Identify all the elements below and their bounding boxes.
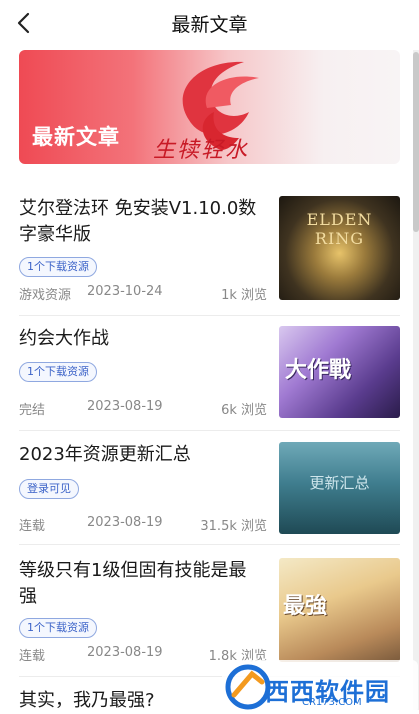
download-tag: 1个下载资源 [19, 362, 97, 382]
thumbnail-text: 大作戰 [285, 358, 352, 383]
scrollbar-thumb[interactable] [413, 52, 419, 232]
article-date: 2023-10-24 [87, 284, 163, 299]
thumbnail-text: 更新汇总 [309, 474, 370, 492]
article-views: 6k 浏览 [221, 403, 267, 418]
article-item[interactable]: 艾尔登法环 免安装V1.10.0数字豪华版 1个下载资源 游戏资源 2023-1… [19, 196, 400, 306]
page-title: 最新文章 [171, 14, 248, 36]
login-tag: 登录可见 [19, 479, 79, 499]
divider [19, 315, 400, 316]
article-thumbnail: 更新汇总 [279, 442, 400, 534]
banner[interactable]: 最新文章 生犊轻水 [19, 50, 400, 164]
article-thumbnail: 大作戰 [279, 326, 400, 418]
article-category: 完结 [19, 403, 46, 418]
divider [19, 430, 400, 431]
thumbnail-text: 最強 [283, 594, 328, 619]
article-views: 31.5k 浏览 [200, 519, 267, 534]
article-title: 艾尔登法环 免安装V1.10.0数字豪华版 [19, 198, 257, 245]
article-title: 约会大作战 [19, 328, 109, 349]
article-thumbnail: ELDEN RING [279, 196, 400, 300]
article-date: 2023-08-19 [87, 645, 163, 660]
watermark-subtext: CR173.COM [302, 697, 362, 708]
article-category: 游戏资源 [19, 288, 72, 303]
download-tag: 1个下载资源 [19, 618, 97, 638]
thumbnail-text: ELDEN RING [306, 210, 373, 248]
banner-calligraphy: 生犊轻水 [153, 138, 250, 163]
article-category: 连载 [19, 519, 46, 534]
article-views: 1k 浏览 [221, 288, 267, 303]
article-title: 等级只有1级但固有技能是最强 [19, 560, 247, 607]
article-date: 2023-08-19 [87, 515, 163, 530]
banner-title: 最新文章 [32, 125, 120, 149]
article-item[interactable]: 等级只有1级但固有技能是最强 1个下载资源 连载 2023-08-19 1.8k… [19, 558, 400, 668]
article-date: 2023-08-19 [87, 399, 163, 414]
download-tag: 1个下载资源 [19, 257, 97, 277]
article-title: 2023年资源更新汇总 [19, 444, 191, 465]
article-item[interactable]: 约会大作战 1个下载资源 完结 2023-08-19 6k 浏览 大作戰 [19, 326, 400, 432]
header-bar: 最新文章 [0, 0, 419, 46]
divider [19, 544, 400, 545]
article-item[interactable]: 2023年资源更新汇总 登录可见 连载 2023-08-19 31.5k 浏览 … [19, 442, 400, 542]
article-thumbnail: 最強 [279, 558, 400, 662]
article-category: 连载 [19, 649, 46, 664]
